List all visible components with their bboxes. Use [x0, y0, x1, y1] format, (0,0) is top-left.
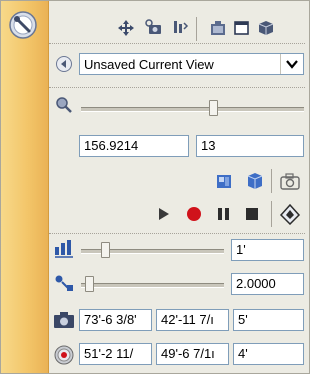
- section-divider: [49, 43, 305, 44]
- perspective-view-icon[interactable]: [245, 171, 265, 191]
- speed-slider-thumb[interactable]: [85, 276, 94, 292]
- speed-slider-track: [81, 283, 224, 288]
- home-icon[interactable]: [279, 203, 301, 225]
- zoom-field-b[interactable]: 13: [196, 135, 304, 157]
- speed-icon: [55, 275, 73, 291]
- camera-position-icon: [54, 312, 74, 328]
- section-divider: [49, 87, 305, 88]
- toolbar-separator: [271, 201, 272, 227]
- speed-slider[interactable]: [81, 276, 224, 294]
- zoom-slider-track: [81, 107, 304, 112]
- camera-z-field[interactable]: 5': [233, 309, 304, 331]
- stop-icon[interactable]: [245, 207, 259, 221]
- target-icon: [54, 345, 74, 365]
- walk-step-icon: [55, 240, 73, 258]
- zoom-slider-thumb[interactable]: [209, 100, 218, 116]
- magnifier-icon: [56, 97, 72, 113]
- target-z-field[interactable]: 4': [233, 343, 304, 365]
- view-cube-icon[interactable]: [209, 19, 227, 37]
- current-view-select[interactable]: Unsaved Current View: [79, 53, 304, 75]
- pause-icon[interactable]: [217, 207, 231, 221]
- record-icon[interactable]: [185, 205, 203, 223]
- zoom-field-a[interactable]: 156.9214: [79, 135, 189, 157]
- box-view-icon[interactable]: [257, 19, 275, 37]
- step-slider[interactable]: [81, 242, 224, 260]
- step-field[interactable]: 1': [231, 239, 304, 261]
- camera-x-field[interactable]: 73'-6 3/8': [79, 309, 152, 331]
- orbit-icon[interactable]: [171, 19, 189, 37]
- panel-strip: [1, 1, 49, 373]
- zoom-slider[interactable]: [81, 100, 304, 118]
- camera-y-field[interactable]: 42'-11 7/ı: [156, 309, 229, 331]
- zoom-camera-icon[interactable]: [145, 19, 163, 37]
- front-view-icon[interactable]: [215, 171, 235, 191]
- navigation-panel: Unsaved Current View 156.9214 13 1' 2.00…: [0, 0, 310, 374]
- target-y-field[interactable]: 49'-6 7/1ı: [156, 343, 229, 365]
- camera-icon[interactable]: [279, 171, 301, 191]
- target-x-field[interactable]: 51'-2 11/: [79, 343, 152, 365]
- pan-icon[interactable]: [117, 19, 135, 37]
- play-icon[interactable]: [158, 207, 170, 221]
- wrench-icon[interactable]: [7, 9, 39, 41]
- step-slider-thumb[interactable]: [101, 242, 110, 258]
- toolbar-separator: [196, 17, 197, 41]
- window-icon[interactable]: [233, 19, 251, 37]
- chevron-down-icon[interactable]: [280, 54, 303, 74]
- speed-field[interactable]: 2.0000: [231, 273, 304, 295]
- saved-views-icon[interactable]: [55, 55, 73, 73]
- toolbar-separator: [271, 169, 272, 193]
- section-divider: [49, 233, 305, 234]
- current-view-value: Unsaved Current View: [84, 56, 214, 72]
